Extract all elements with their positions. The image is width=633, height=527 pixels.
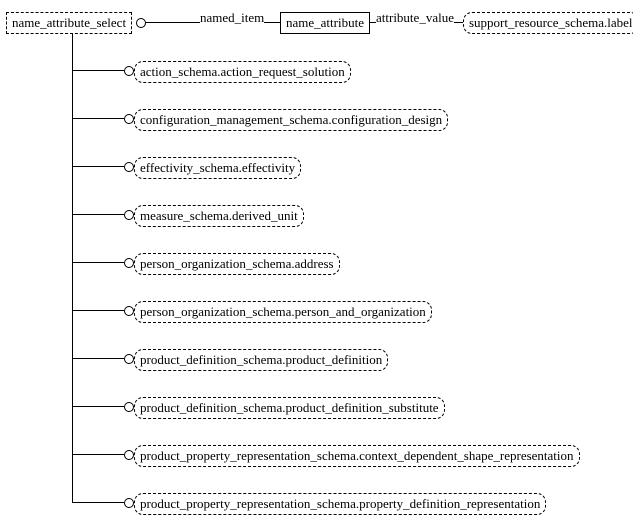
branch-line bbox=[72, 70, 124, 71]
connector-bubble bbox=[124, 162, 134, 172]
connector-bubble bbox=[124, 402, 134, 412]
entity-support-resource-label: support_resource_schema.label bbox=[463, 12, 633, 34]
branch-line bbox=[72, 358, 124, 359]
branch-line bbox=[72, 406, 124, 407]
select-child-box: effectivity_schema.effectivity bbox=[134, 157, 301, 179]
connector-bubble bbox=[124, 354, 134, 364]
select-child-box: product_definition_schema.product_defini… bbox=[134, 397, 445, 419]
branch-line bbox=[72, 214, 124, 215]
branch-line bbox=[72, 118, 124, 119]
branch-line bbox=[72, 454, 124, 455]
root-select-box: name_attribute_select bbox=[6, 12, 132, 34]
connector-bubble bbox=[124, 258, 134, 268]
connector-bubble bbox=[124, 210, 134, 220]
edge-label-attribute-value: attribute_value bbox=[376, 10, 454, 26]
select-child-box: action_schema.action_request_solution bbox=[134, 61, 351, 83]
connector-bubble bbox=[124, 450, 134, 460]
connector-bubble bbox=[124, 66, 134, 76]
connector-bubble bbox=[136, 18, 146, 28]
trunk-line bbox=[72, 33, 73, 503]
select-child-box: product_property_representation_schema.p… bbox=[134, 493, 546, 515]
select-child-box: person_organization_schema.address bbox=[134, 253, 340, 275]
entity-name-attribute: name_attribute bbox=[280, 12, 370, 34]
branch-line bbox=[72, 166, 124, 167]
branch-line bbox=[72, 502, 124, 503]
branch-line bbox=[72, 310, 124, 311]
select-child-box: product_definition_schema.product_defini… bbox=[134, 349, 388, 371]
connector-bubble bbox=[124, 498, 134, 508]
select-child-box: person_organization_schema.person_and_or… bbox=[134, 301, 432, 323]
branch-line bbox=[72, 262, 124, 263]
edge-label-named-item: named_item bbox=[200, 10, 264, 26]
connector-bubble bbox=[124, 306, 134, 316]
connector-bubble bbox=[124, 114, 134, 124]
select-child-box: configuration_management_schema.configur… bbox=[134, 109, 448, 131]
select-child-box: measure_schema.derived_unit bbox=[134, 205, 304, 227]
select-child-box: product_property_representation_schema.c… bbox=[134, 445, 580, 467]
